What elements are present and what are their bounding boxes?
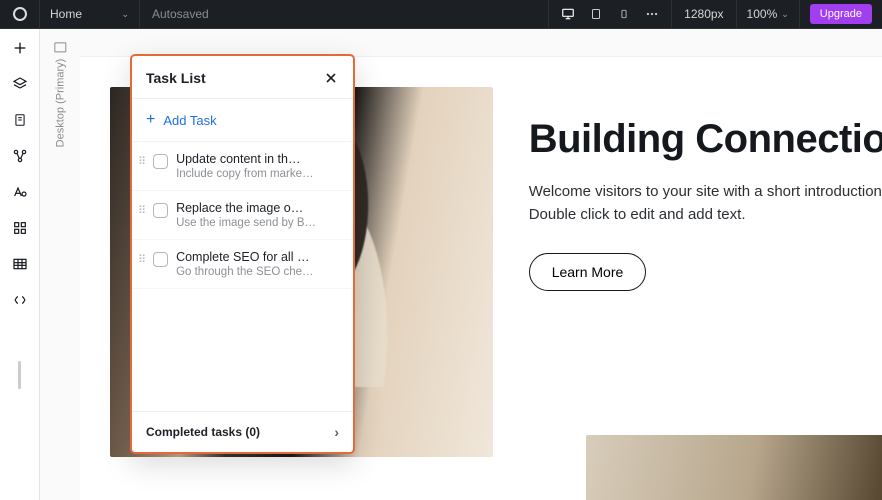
task-checkbox[interactable] xyxy=(153,252,168,267)
task-checkbox[interactable] xyxy=(153,203,168,218)
task-list-title: Task List xyxy=(146,70,206,86)
hero-body[interactable]: Welcome visitors to your site with a sho… xyxy=(529,180,882,227)
zoom-control[interactable]: 100% ⌄ xyxy=(737,0,800,29)
text-icon[interactable] xyxy=(11,183,29,201)
task-desc: Use the image send by B… xyxy=(176,217,343,229)
task-row[interactable]: ⠿ Complete SEO for all … Go through the … xyxy=(132,240,353,289)
task-list-header: Task List xyxy=(132,56,353,99)
breakpoint-label: Desktop (Primary) xyxy=(54,59,66,148)
chevron-down-icon: ⌄ xyxy=(121,9,129,20)
breakpoint-strip[interactable]: Desktop (Primary) xyxy=(40,29,80,500)
hero-headline[interactable]: Building Connections xyxy=(529,117,882,162)
rail-resize-handle[interactable] xyxy=(18,361,21,389)
task-desc: Go through the SEO che… xyxy=(176,266,343,278)
apps-icon[interactable] xyxy=(11,219,29,237)
plus-icon: + xyxy=(146,112,155,128)
mobile-icon[interactable] xyxy=(617,7,631,21)
close-icon[interactable] xyxy=(323,70,339,86)
pages-icon[interactable] xyxy=(11,111,29,129)
chevron-down-icon: ⌄ xyxy=(781,9,789,20)
drag-handle-icon[interactable]: ⠿ xyxy=(138,250,145,266)
code-icon[interactable] xyxy=(11,291,29,309)
add-task-label: Add Task xyxy=(163,113,216,128)
save-status: Autosaved xyxy=(140,7,221,21)
task-title: Replace the image o… xyxy=(176,201,343,215)
add-task-button[interactable]: + Add Task xyxy=(132,99,353,142)
app-logo[interactable] xyxy=(0,0,40,29)
more-devices-icon[interactable] xyxy=(645,7,659,21)
task-title: Update content in th… xyxy=(176,152,343,166)
task-row[interactable]: ⠿ Update content in th… Include copy fro… xyxy=(132,142,353,191)
topbar: Home ⌄ Autosaved 1280px 100% ⌄ Upgrade xyxy=(0,0,882,29)
cms-icon[interactable] xyxy=(11,147,29,165)
completed-tasks-toggle[interactable]: Completed tasks (0) › xyxy=(132,411,353,452)
secondary-image[interactable] xyxy=(586,435,882,500)
completed-tasks-label: Completed tasks (0) xyxy=(146,425,260,439)
chevron-right-icon: › xyxy=(334,424,339,440)
desktop-icon[interactable] xyxy=(561,7,575,21)
logo-icon xyxy=(13,7,27,21)
layers-icon[interactable] xyxy=(11,75,29,93)
tablet-icon[interactable] xyxy=(589,7,603,21)
grid-icon[interactable] xyxy=(11,255,29,273)
drag-handle-icon[interactable]: ⠿ xyxy=(138,152,145,168)
device-switcher xyxy=(548,0,672,29)
hero-text-block: Building Connections Welcome visitors to… xyxy=(529,87,882,457)
task-checkbox[interactable] xyxy=(153,154,168,169)
add-icon[interactable] xyxy=(11,39,29,57)
task-desc: Include copy from marke… xyxy=(176,168,343,180)
upgrade-button[interactable]: Upgrade xyxy=(810,4,872,24)
hero-cta-button[interactable]: Learn More xyxy=(529,253,647,291)
page-icon xyxy=(54,43,66,53)
page-selector[interactable]: Home ⌄ xyxy=(40,0,140,29)
drag-handle-icon[interactable]: ⠿ xyxy=(138,201,145,217)
task-list-panel: Task List + Add Task ⠿ Update content in… xyxy=(130,54,355,454)
task-row[interactable]: ⠿ Replace the image o… Use the image sen… xyxy=(132,191,353,240)
left-tool-rail xyxy=(0,29,40,500)
canvas-width-label[interactable]: 1280px xyxy=(672,0,736,29)
task-list-body: ⠿ Update content in th… Include copy fro… xyxy=(132,142,353,411)
page-selector-label: Home xyxy=(50,7,82,21)
task-title: Complete SEO for all … xyxy=(176,250,343,264)
zoom-label: 100% xyxy=(747,7,778,21)
